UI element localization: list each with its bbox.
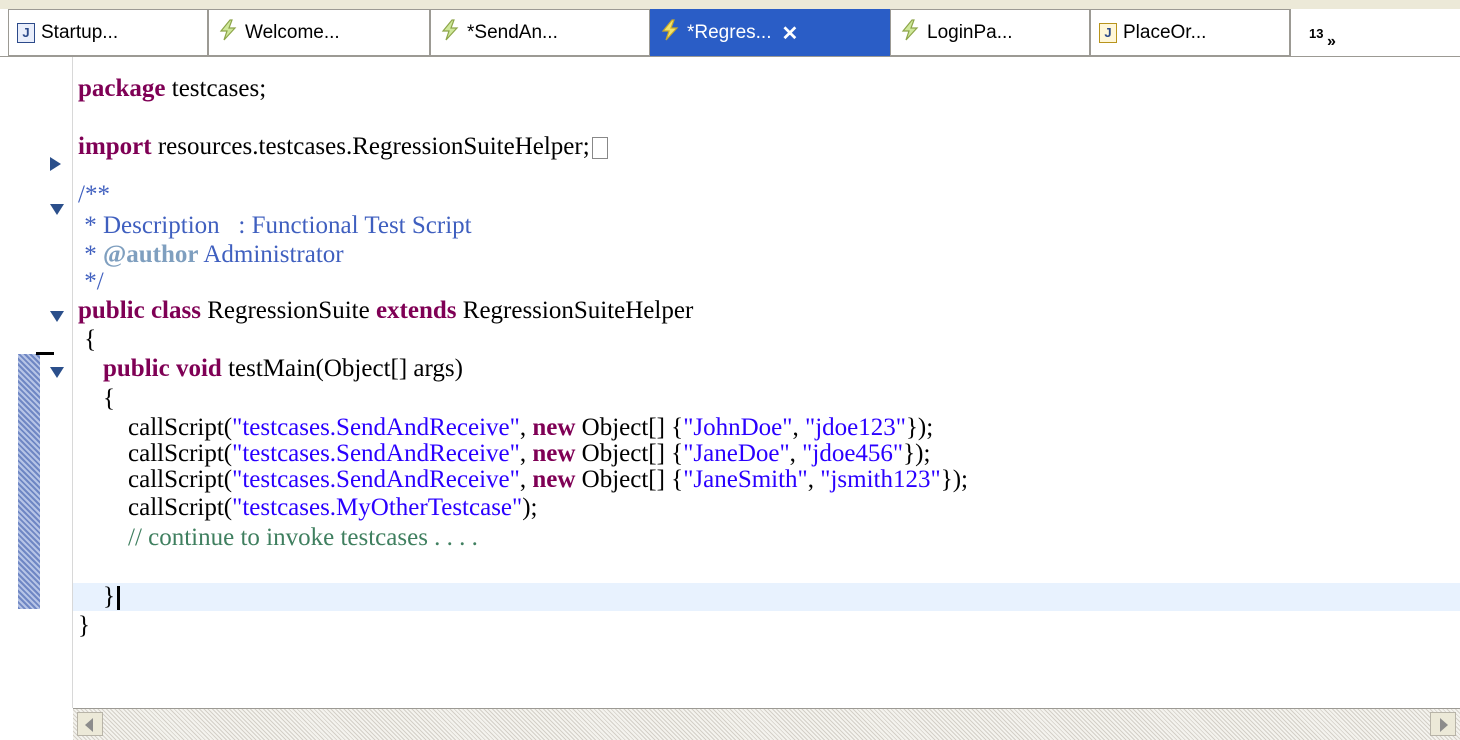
tab-placeorder[interactable]: J PlaceOr... <box>1090 9 1290 56</box>
code-line-doc-close: */ <box>78 268 104 295</box>
fold-collapse-icon[interactable] <box>50 311 64 322</box>
scroll-left-button[interactable] <box>77 712 103 736</box>
code-line-class-close: } <box>78 612 90 639</box>
tab-regressionsuite[interactable]: *Regres... ✕ <box>650 9 890 56</box>
folded-imports-icon[interactable] <box>591 137 608 160</box>
editor-gutter <box>0 57 73 711</box>
arrow-right-icon <box>1440 718 1448 732</box>
code-line-call: callScript("testcases.SendAndReceive", n… <box>128 466 968 493</box>
tab-label: Welcome... <box>245 21 340 43</box>
code-line-doc-author: * @author Administrator <box>78 241 344 268</box>
code-line-class-decl: public class RegressionSuite extends Reg… <box>78 297 694 324</box>
text-caret <box>117 586 120 611</box>
fold-expand-icon[interactable] <box>50 157 61 171</box>
code-line-call: callScript("testcases.SendAndReceive", n… <box>128 414 934 441</box>
fold-collapse-icon[interactable] <box>50 367 64 378</box>
script-lightning-icon <box>659 19 681 47</box>
change-marker-tick <box>36 352 54 355</box>
tab-overflow-button[interactable]: » 13 <box>1290 9 1460 56</box>
code-line-method-decl: public void testMain(Object[] args) <box>103 355 463 382</box>
code-line-call: callScript("testcases.MyOtherTestcase"); <box>128 494 538 521</box>
java-file-icon: J <box>17 22 35 43</box>
code-editor[interactable]: package testcases; import resources.test… <box>0 56 1460 711</box>
overflow-count: 13 <box>1309 26 1324 42</box>
code-line-call: callScript("testcases.SendAndReceive", n… <box>128 440 931 467</box>
fold-collapse-icon[interactable] <box>50 204 64 215</box>
gutter-separator <box>72 57 73 711</box>
close-icon[interactable]: ✕ <box>781 21 798 46</box>
code-line-class-open: { <box>78 326 97 353</box>
script-lightning-icon <box>899 18 921 47</box>
current-line-highlight <box>73 583 1460 611</box>
tab-label: *Regres... <box>687 22 772 43</box>
code-line-method-close: } <box>78 583 120 611</box>
tab-startup[interactable]: J Startup... <box>8 9 208 56</box>
code-line-doc-open: /** <box>78 181 110 208</box>
overflow-chevron-icon: » <box>1327 33 1336 50</box>
tab-label: LoginPa... <box>927 21 1013 43</box>
code-line-doc-description: * Description : Functional Test Script <box>78 212 472 239</box>
tab-welcome[interactable]: Welcome... <box>208 9 430 56</box>
editor-tab-bar: J Startup... Welcome... *SendAn... *Regr… <box>0 0 1460 56</box>
change-marker <box>18 354 40 609</box>
code-line-package: package testcases; <box>78 75 267 102</box>
gutter-bottom <box>0 708 73 740</box>
code-line-comment: // continue to invoke testcases . . . . <box>128 524 478 551</box>
tab-label: Startup... <box>41 21 119 43</box>
java-file-warning-icon: J <box>1099 22 1117 43</box>
tab-bar-top-rule <box>0 0 1460 9</box>
tab-loginpage[interactable]: LoginPa... <box>890 9 1090 56</box>
tab-label: PlaceOr... <box>1123 21 1207 43</box>
tab-label: *SendAn... <box>467 21 558 43</box>
scroll-right-button[interactable] <box>1430 712 1456 736</box>
horizontal-scrollbar[interactable] <box>73 708 1460 740</box>
script-lightning-icon <box>439 18 461 47</box>
code-line-import: import resources.testcases.RegressionSui… <box>78 133 608 161</box>
script-lightning-icon <box>217 18 239 47</box>
tab-sendandreceive[interactable]: *SendAn... <box>430 9 650 56</box>
arrow-left-icon <box>85 718 93 732</box>
code-line-method-open: { <box>103 385 115 412</box>
